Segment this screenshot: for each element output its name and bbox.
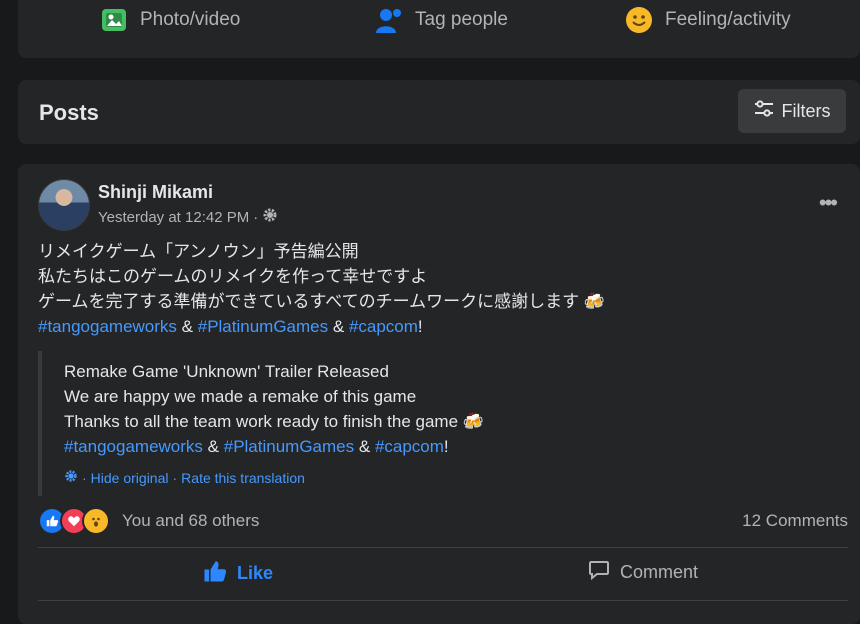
hashtag-link[interactable]: #PlatinumGames <box>224 437 354 456</box>
original-line: 私たちはこのゲームのリメイクを作って幸せですよ <box>38 267 428 286</box>
bottom-divider <box>38 600 848 601</box>
tag-people-label: Tag people <box>415 9 508 30</box>
hashtag-link[interactable]: #tangogameworks <box>64 437 203 456</box>
filters-label: Filters <box>781 100 831 121</box>
translation-text: Remake Game 'Unknown' Trailer Released W… <box>64 359 484 459</box>
comment-label: Comment <box>620 562 699 582</box>
privacy-gear-icon[interactable] <box>262 207 278 227</box>
translation-line: Thanks to all the team work ready to fin… <box>64 412 484 431</box>
comment-bubble-icon <box>588 559 610 586</box>
photo-video-button[interactable]: Photo/video <box>98 4 240 36</box>
tag-people-button[interactable]: Tag people <box>373 4 508 36</box>
post-meta: Yesterday at 12:42 PM · <box>98 207 278 227</box>
wow-reaction-icon <box>82 507 110 535</box>
comment-button[interactable]: Comment <box>588 559 698 586</box>
hashtag-link[interactable]: #capcom <box>349 317 418 336</box>
thumbs-up-icon <box>203 559 227 588</box>
translation-block: Remake Game 'Unknown' Trailer Released W… <box>38 351 802 496</box>
smiley-icon <box>623 4 655 36</box>
rate-translation-link[interactable]: Rate this translation <box>181 470 305 486</box>
post-card: Shinji Mikami Yesterday at 12:42 PM · ••… <box>18 164 860 624</box>
more-options-button[interactable]: ••• <box>819 190 838 216</box>
author-avatar[interactable] <box>38 179 90 231</box>
photo-icon <box>98 4 130 36</box>
translation-line: Remake Game 'Unknown' Trailer Released <box>64 362 389 381</box>
like-label: Like <box>237 563 274 583</box>
post-timestamp[interactable]: Yesterday at 12:42 PM <box>98 209 249 226</box>
beer-emoji-icon: 🍻 <box>462 412 484 431</box>
actions-divider <box>38 547 848 548</box>
original-line: リメイクゲーム「アンノウン」予告編公開 <box>38 242 359 261</box>
translation-links: · Hide original · Rate this translation <box>64 469 305 486</box>
post-original-text: リメイクゲーム「アンノウン」予告編公開 私たちはこのゲームのリメイクを作って幸せ… <box>38 239 838 339</box>
hashtag-link[interactable]: #tangogameworks <box>38 317 177 336</box>
comments-count[interactable]: 12 Comments <box>742 511 848 531</box>
filters-icon <box>754 99 774 123</box>
reactions-count: You and 68 others <box>122 511 260 530</box>
translation-hashtags-line: #tangogameworks & #PlatinumGames & #capc… <box>64 437 449 456</box>
hashtags-line: #tangogameworks & #PlatinumGames & #capc… <box>38 317 423 336</box>
like-button[interactable]: Like <box>203 559 273 588</box>
author-name[interactable]: Shinji Mikami <box>98 182 213 203</box>
posts-title: Posts <box>39 100 99 125</box>
hashtag-link[interactable]: #PlatinumGames <box>198 317 328 336</box>
tag-people-icon <box>373 4 405 36</box>
feeling-activity-button[interactable]: Feeling/activity <box>623 4 791 36</box>
feeling-activity-label: Feeling/activity <box>665 9 791 30</box>
beer-emoji-icon: 🍻 <box>583 292 606 311</box>
hashtag-link[interactable]: #capcom <box>375 437 444 456</box>
reactions-summary[interactable]: You and 68 others <box>38 507 259 535</box>
hide-original-link[interactable]: Hide original <box>91 470 169 486</box>
composer-actions-card: Photo/video Tag people Feeling/activity <box>18 0 860 58</box>
translation-line: We are happy we made a remake of this ga… <box>64 387 417 406</box>
translate-gear-icon <box>64 469 78 486</box>
filters-button[interactable]: Filters <box>738 89 846 133</box>
original-line: ゲームを完了する準備ができているすべてのチームワークに感謝します 🍻 <box>38 292 606 311</box>
meta-separator: · <box>253 208 259 226</box>
photo-video-label: Photo/video <box>140 9 241 30</box>
posts-header-card: Posts Filters <box>18 80 860 144</box>
